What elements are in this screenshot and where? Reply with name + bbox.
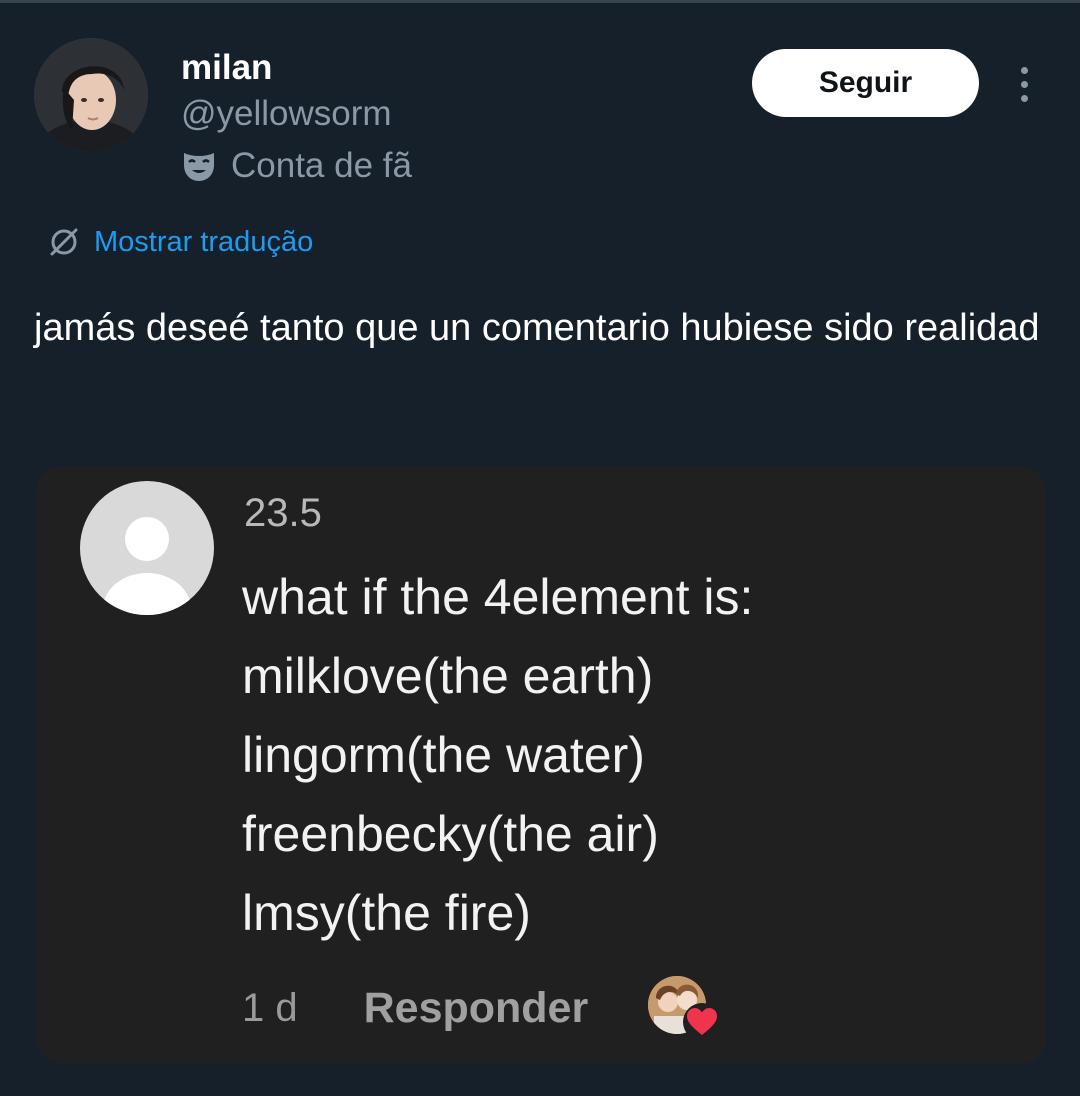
author-handle[interactable]: @yellowsorm	[181, 94, 392, 134]
more-vertical-icon[interactable]	[1008, 60, 1040, 108]
account-label-row: Conta de fã	[181, 144, 412, 188]
profile-photo-icon	[34, 38, 148, 152]
theater-mask-icon	[184, 153, 214, 181]
tweet-text: jamás deseé tanto que un comentario hubi…	[34, 307, 1040, 349]
follow-button[interactable]: Seguir	[752, 49, 979, 117]
show-translation-link[interactable]: Mostrar tradução	[46, 222, 313, 262]
comment-username: 23.5	[244, 491, 322, 535]
comment-line: lmsy(the fire)	[242, 885, 531, 941]
default-user-icon	[103, 517, 191, 615]
author-name[interactable]: milan	[181, 48, 272, 88]
comment-line: milklove(the earth)	[242, 648, 654, 704]
comment-line: what if the 4element is:	[242, 569, 754, 625]
show-translation-label: Mostrar tradução	[94, 225, 314, 258]
globe-translate-icon	[50, 228, 78, 256]
account-label: Conta de fã	[231, 146, 412, 185]
comment-line: freenbecky(the air)	[242, 806, 659, 862]
comment-text: what if the 4element is: milklove(the ear…	[242, 558, 753, 953]
tweet-media-image[interactable]: 23.5 what if the 4element is: milklove(th…	[36, 466, 1046, 1064]
author-avatar[interactable]	[34, 38, 148, 152]
comment-time: 1 d	[242, 985, 298, 1030]
comment-avatar	[80, 481, 214, 615]
comment-line: lingorm(the water)	[242, 727, 645, 783]
reply-button: Responder	[363, 983, 589, 1032]
comment-footer: 1 d Responder	[242, 976, 722, 1041]
reaction-badge	[648, 976, 722, 1041]
top-divider	[0, 0, 1080, 3]
heart-reaction-icon	[683, 1003, 722, 1041]
